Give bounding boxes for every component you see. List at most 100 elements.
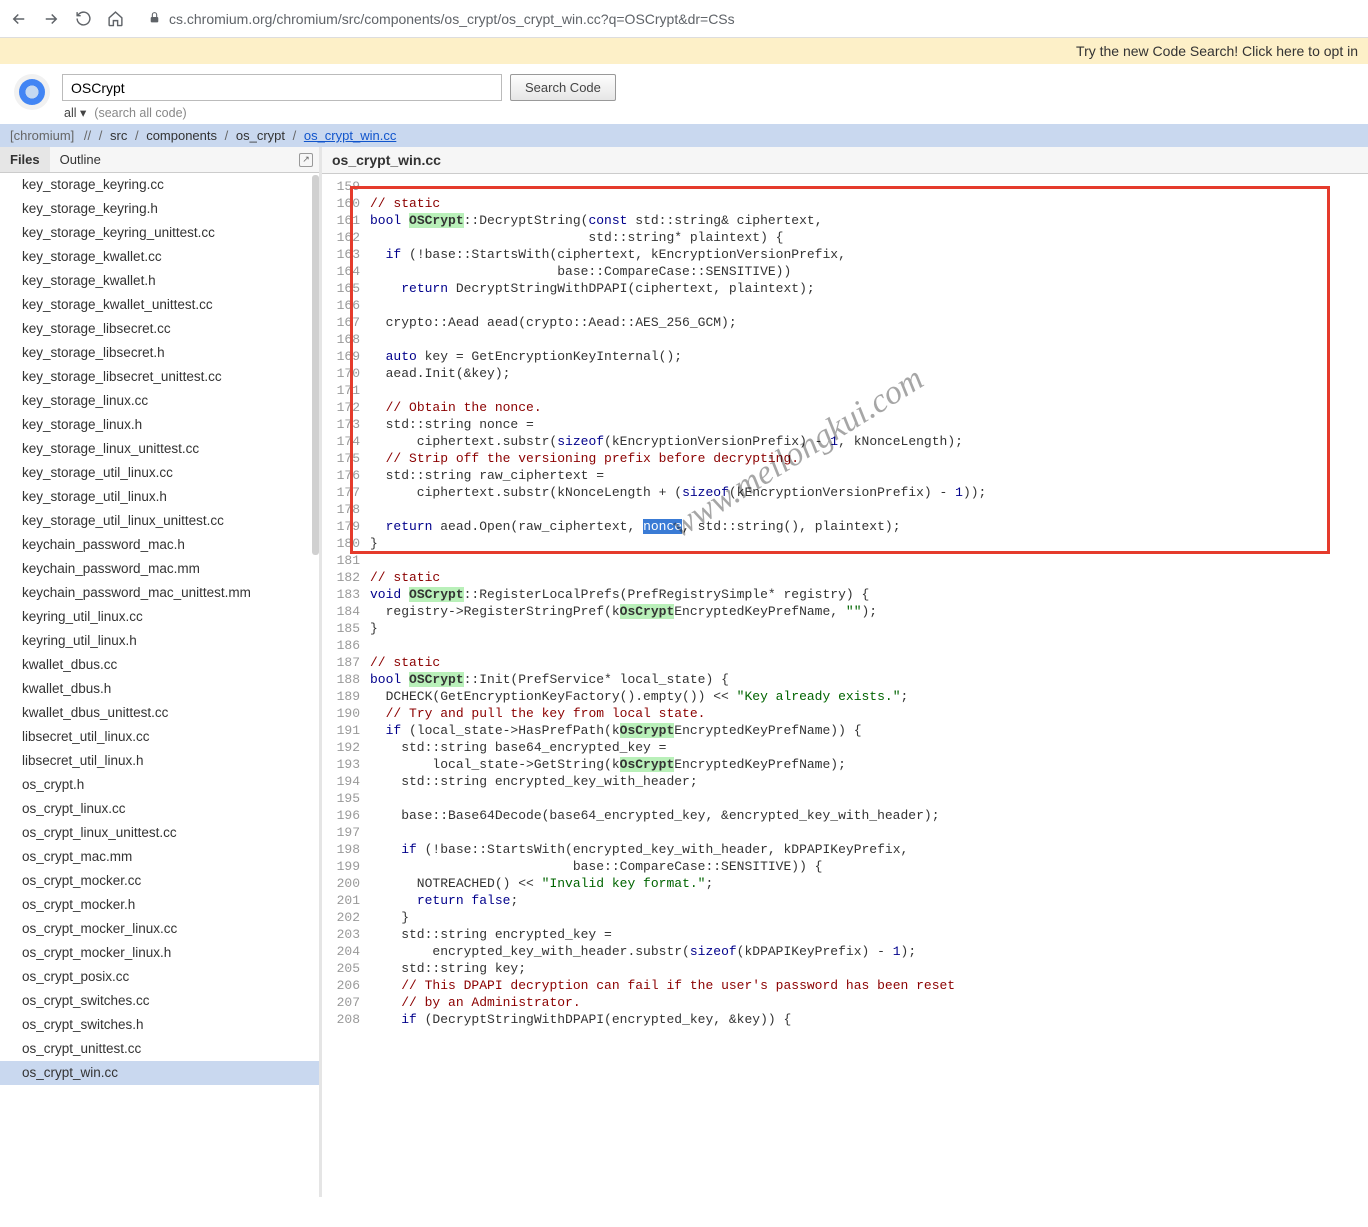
forward-icon[interactable] xyxy=(42,10,60,28)
code-line[interactable]: 191 if (local_state->HasPrefPath(kOsCryp… xyxy=(322,722,1368,739)
code-line[interactable]: 195 xyxy=(322,790,1368,807)
file-item[interactable]: os_crypt_switches.cc xyxy=(0,989,319,1013)
code-line[interactable]: 194 std::string encrypted_key_with_heade… xyxy=(322,773,1368,790)
search-button[interactable]: Search Code xyxy=(510,74,616,101)
file-item[interactable]: key_storage_kwallet_unittest.cc xyxy=(0,293,319,317)
code-line[interactable]: 185} xyxy=(322,620,1368,637)
code-line[interactable]: 159 xyxy=(322,178,1368,195)
file-item[interactable]: key_storage_libsecret.cc xyxy=(0,317,319,341)
code-line[interactable]: 164 base::CompareCase::SENSITIVE)) xyxy=(322,263,1368,280)
code-line[interactable]: 168 xyxy=(322,331,1368,348)
file-item[interactable]: key_storage_linux.h xyxy=(0,413,319,437)
sidebar-scrollbar[interactable] xyxy=(312,175,319,555)
code-line[interactable]: 175 // Strip off the versioning prefix b… xyxy=(322,450,1368,467)
code-line[interactable]: 199 base::CompareCase::SENSITIVE)) { xyxy=(322,858,1368,875)
code-line[interactable]: 198 if (!base::StartsWith(encrypted_key_… xyxy=(322,841,1368,858)
file-item[interactable]: key_storage_util_linux.h xyxy=(0,485,319,509)
file-item[interactable]: os_crypt_switches.h xyxy=(0,1013,319,1037)
file-item[interactable]: os_crypt_linux.cc xyxy=(0,797,319,821)
file-item[interactable]: kwallet_dbus.cc xyxy=(0,653,319,677)
code-line[interactable]: 196 base::Base64Decode(base64_encrypted_… xyxy=(322,807,1368,824)
code-line[interactable]: 202 } xyxy=(322,909,1368,926)
breadcrumb-root[interactable]: [chromium] xyxy=(10,128,74,143)
home-icon[interactable] xyxy=(106,10,124,28)
breadcrumb-part[interactable]: os_crypt xyxy=(236,128,285,143)
code-line[interactable]: 201 return false; xyxy=(322,892,1368,909)
code-line[interactable]: 200 NOTREACHED() << "Invalid key format.… xyxy=(322,875,1368,892)
reload-icon[interactable] xyxy=(74,10,92,28)
code-line[interactable]: 205 std::string key; xyxy=(322,960,1368,977)
code-line[interactable]: 208 if (DecryptStringWithDPAPI(encrypted… xyxy=(322,1011,1368,1028)
file-item[interactable]: keychain_password_mac.h xyxy=(0,533,319,557)
tab-outline[interactable]: Outline xyxy=(50,147,111,172)
code-line[interactable]: 193 local_state->GetString(kOsCryptEncry… xyxy=(322,756,1368,773)
breadcrumb-part[interactable]: components xyxy=(146,128,217,143)
file-item[interactable]: os_crypt_unittest.cc xyxy=(0,1037,319,1061)
breadcrumb-part[interactable]: src xyxy=(110,128,127,143)
file-item[interactable]: keyring_util_linux.cc xyxy=(0,605,319,629)
file-item[interactable]: key_storage_libsecret.h xyxy=(0,341,319,365)
file-item[interactable]: os_crypt_linux_unittest.cc xyxy=(0,821,319,845)
code-line[interactable]: 186 xyxy=(322,637,1368,654)
file-item[interactable]: os_crypt_win.cc xyxy=(0,1061,319,1085)
file-item[interactable]: key_storage_util_linux.cc xyxy=(0,461,319,485)
file-item[interactable]: key_storage_kwallet.h xyxy=(0,269,319,293)
code-line[interactable]: 188bool OSCrypt::Init(PrefService* local… xyxy=(322,671,1368,688)
file-item[interactable]: keyring_util_linux.h xyxy=(0,629,319,653)
code-line[interactable]: 163 if (!base::StartsWith(ciphertext, kE… xyxy=(322,246,1368,263)
code-line[interactable]: 180} xyxy=(322,535,1368,552)
code-line[interactable]: 161bool OSCrypt::DecryptString(const std… xyxy=(322,212,1368,229)
code-line[interactable]: 178 xyxy=(322,501,1368,518)
code-line[interactable]: 192 std::string base64_encrypted_key = xyxy=(322,739,1368,756)
file-item[interactable]: key_storage_linux_unittest.cc xyxy=(0,437,319,461)
file-list[interactable]: key_storage_keyring.cc key_storage_keyrin… xyxy=(0,173,319,1197)
file-item[interactable]: os_crypt_mac.mm xyxy=(0,845,319,869)
code-line[interactable]: 190 // Try and pull the key from local s… xyxy=(322,705,1368,722)
file-item[interactable]: os_crypt.h xyxy=(0,773,319,797)
back-icon[interactable] xyxy=(10,10,28,28)
popout-icon[interactable]: ↗ xyxy=(299,153,313,167)
search-input[interactable] xyxy=(62,74,502,101)
file-item[interactable]: os_crypt_mocker.h xyxy=(0,893,319,917)
file-item[interactable]: os_crypt_posix.cc xyxy=(0,965,319,989)
code-line[interactable]: 173 std::string nonce = xyxy=(322,416,1368,433)
breadcrumb-current[interactable]: os_crypt_win.cc xyxy=(304,128,396,143)
code-line[interactable]: 183void OSCrypt::RegisterLocalPrefs(Pref… xyxy=(322,586,1368,603)
file-item[interactable]: key_storage_libsecret_unittest.cc xyxy=(0,365,319,389)
promo-banner[interactable]: Try the new Code Search! Click here to o… xyxy=(0,38,1368,64)
code-line[interactable]: 182// static xyxy=(322,569,1368,586)
code-line[interactable]: 181 xyxy=(322,552,1368,569)
file-item[interactable]: key_storage_keyring_unittest.cc xyxy=(0,221,319,245)
file-item[interactable]: os_crypt_mocker_linux.cc xyxy=(0,917,319,941)
code-line[interactable]: 160// static xyxy=(322,195,1368,212)
code-line[interactable]: 187// static xyxy=(322,654,1368,671)
file-item[interactable]: key_storage_kwallet.cc xyxy=(0,245,319,269)
code-line[interactable]: 177 ciphertext.substr(kNonceLength + (si… xyxy=(322,484,1368,501)
code-line[interactable]: 162 std::string* plaintext) { xyxy=(322,229,1368,246)
code-body[interactable]: www.meilongkui.com 159160// static161boo… xyxy=(322,174,1368,1197)
file-item[interactable]: key_storage_linux.cc xyxy=(0,389,319,413)
file-item[interactable]: kwallet_dbus.h xyxy=(0,677,319,701)
code-line[interactable]: 206 // This DPAPI decryption can fail if… xyxy=(322,977,1368,994)
scope-all[interactable]: all ▾ xyxy=(64,105,86,120)
code-line[interactable]: 169 auto key = GetEncryptionKeyInternal(… xyxy=(322,348,1368,365)
file-item[interactable]: keychain_password_mac_unittest.mm xyxy=(0,581,319,605)
code-line[interactable]: 176 std::string raw_ciphertext = xyxy=(322,467,1368,484)
code-line[interactable]: 170 aead.Init(&key); xyxy=(322,365,1368,382)
code-line[interactable]: 174 ciphertext.substr(sizeof(kEncryption… xyxy=(322,433,1368,450)
code-line[interactable]: 166 xyxy=(322,297,1368,314)
code-line[interactable]: 197 xyxy=(322,824,1368,841)
code-line[interactable]: 203 std::string encrypted_key = xyxy=(322,926,1368,943)
code-line[interactable]: 179 return aead.Open(raw_ciphertext, non… xyxy=(322,518,1368,535)
tab-files[interactable]: Files xyxy=(0,147,50,172)
file-item[interactable]: key_storage_util_linux_unittest.cc xyxy=(0,509,319,533)
file-item[interactable]: kwallet_dbus_unittest.cc xyxy=(0,701,319,725)
code-line[interactable]: 172 // Obtain the nonce. xyxy=(322,399,1368,416)
file-item[interactable]: keychain_password_mac.mm xyxy=(0,557,319,581)
address-bar[interactable]: cs.chromium.org/chromium/src/components/… xyxy=(138,5,1358,33)
file-item[interactable]: os_crypt_mocker_linux.h xyxy=(0,941,319,965)
code-line[interactable]: 167 crypto::Aead aead(crypto::Aead::AES_… xyxy=(322,314,1368,331)
code-line[interactable]: 204 encrypted_key_with_header.substr(siz… xyxy=(322,943,1368,960)
file-item[interactable]: key_storage_keyring.cc xyxy=(0,173,319,197)
code-line[interactable]: 184 registry->RegisterStringPref(kOsCryp… xyxy=(322,603,1368,620)
